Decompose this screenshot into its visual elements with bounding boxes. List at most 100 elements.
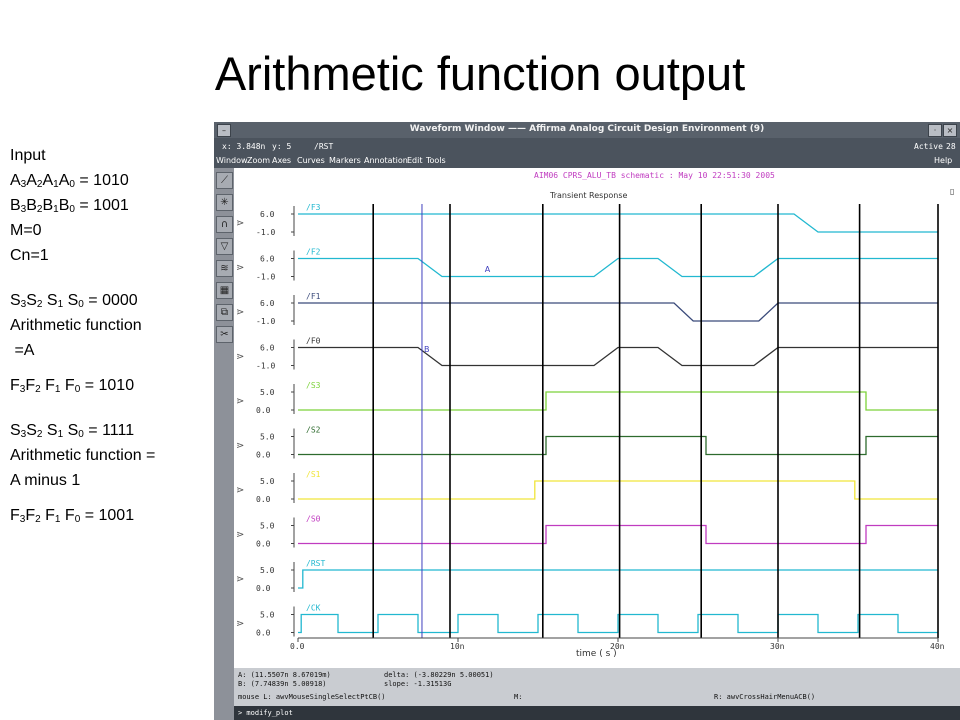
series-label-f1: /F1 <box>306 292 321 301</box>
menu-markers[interactable]: Markers <box>329 156 361 165</box>
plot-subtitle: Transient Response <box>549 191 628 200</box>
mouse-middle-binding: M: <box>514 693 523 701</box>
x-tick-label-0: 0.0 <box>290 642 305 651</box>
copy-icon[interactable]: ⧉ <box>216 304 233 321</box>
waveform-window[interactable]: – Waveform Window —— Affirma Analog Circ… <box>214 122 960 720</box>
marker-b-readout: B: (7.74839n 5.00918) <box>238 680 327 688</box>
series-label-f3: /F3 <box>306 203 321 212</box>
x-tick-label-3: 30n <box>770 642 785 651</box>
row-expand-icon-ck: ⋗ <box>236 619 244 630</box>
ytick-label-lo-f2: -1.0 <box>256 273 275 282</box>
b-input-value: = 1001 <box>79 197 129 214</box>
strip-icon[interactable]: ≋ <box>216 260 233 277</box>
b-input-line: B3B2B1B0 = 1001 <box>10 197 129 215</box>
mode-line: M=0 <box>10 222 42 239</box>
ytick-label-hi-s2: 5.0 <box>260 433 275 442</box>
ytick-label-lo-rst: 0.0 <box>256 584 271 593</box>
selected-signal: /RST <box>314 142 334 151</box>
input-label: Input <box>10 147 46 164</box>
function-label-1: Arithmetic function <box>10 317 142 334</box>
ytick-label-hi-s3: 5.0 <box>260 388 275 397</box>
command-line[interactable]: > modify_plot <box>234 706 960 720</box>
ytick-label-hi-s0: 5.0 <box>260 522 275 531</box>
status-bar: x: 3.848n y: 5 /RST Active 28 <box>214 138 960 154</box>
ytick-label-lo-f1: -1.0 <box>256 317 275 326</box>
series-label-f0: /F0 <box>306 337 321 346</box>
magnet-icon[interactable]: ∩ <box>216 216 233 233</box>
cursor-y-readout: y: 5 <box>272 142 292 151</box>
row-expand-icon-f2: ⋗ <box>236 263 244 274</box>
close-button[interactable]: × <box>943 124 957 137</box>
menu-annotation[interactable]: Annotation <box>364 156 408 165</box>
select-value-2: = 1111 <box>88 422 135 439</box>
row-expand-icon-f0: ⋗ <box>236 352 244 363</box>
x-tick-label-4: 40n <box>930 642 945 651</box>
ytick-label-lo-s2: 0.0 <box>256 451 271 460</box>
ytick-label-hi-ck: 5.0 <box>260 611 275 620</box>
ytick-label-hi-f0: 6.0 <box>260 344 275 353</box>
ytick-label-lo-ck: 0.0 <box>256 629 271 638</box>
cut-icon[interactable]: ✂ <box>216 326 233 343</box>
cursor-a-label: A <box>485 265 491 274</box>
zoom-line-icon[interactable]: ⟋ <box>216 172 233 189</box>
ytick-label-lo-s0: 0.0 <box>256 540 271 549</box>
mouse-right-binding: R: awvCrossHairMenuACB() <box>714 693 816 701</box>
cursor-b-label: B <box>424 345 430 354</box>
command-text: > modify_plot <box>238 709 293 717</box>
grid-icon[interactable]: ▦ <box>216 282 233 299</box>
menu-edit[interactable]: Edit <box>407 156 423 165</box>
ytick-label-hi-f2: 6.0 <box>260 255 275 264</box>
function-label-2: Arithmetic function = <box>10 447 156 464</box>
menu-curves[interactable]: Curves <box>297 156 325 165</box>
row-expand-icon-f3: ⋗ <box>236 218 244 229</box>
row-expand-icon-f1: ⋗ <box>236 307 244 318</box>
plot-edge-marker: ▯ <box>950 187 954 196</box>
series-label-s3: /S3 <box>306 381 321 390</box>
select-line-1: S3S2 S1 S0 = 0000 <box>10 292 138 310</box>
mouse-left-binding: mouse L: awvMouseSingleSelectPtCB() <box>238 693 386 701</box>
window-count: 28 <box>946 142 956 151</box>
crosshair-icon[interactable]: ✳ <box>216 194 233 211</box>
row-expand-icon-rst: ⋗ <box>236 574 244 585</box>
ytick-label-hi-f3: 6.0 <box>260 210 275 219</box>
menu-window[interactable]: Window <box>216 156 248 165</box>
cursor-x-readout: x: 3.848n <box>222 142 266 151</box>
tool-palette: ⟋ ✳ ∩ ▽ ≋ ▦ ⧉ ✂ <box>214 168 234 720</box>
slide-title: Arithmetic function output <box>214 47 746 100</box>
marker-a-readout: A: (11.5507n 8.67019m) <box>238 671 331 679</box>
select-value-1: = 0000 <box>88 292 138 309</box>
delta-icon[interactable]: ▽ <box>216 238 233 255</box>
a-input-line: A3A2A1A0 = 1010 <box>10 172 129 190</box>
ytick-label-lo-s3: 0.0 <box>256 406 271 415</box>
output-line-2: F3F2 F1 F0 = 1001 <box>10 507 135 525</box>
a-input-value: = 1010 <box>79 172 129 189</box>
series-label-ck: /CK <box>306 604 321 613</box>
row-expand-icon-s3: ⋗ <box>236 396 244 407</box>
x-axis-label: time ( s ) <box>576 649 617 659</box>
series-label-f2: /F2 <box>306 248 321 257</box>
ytick-label-hi-s1: 5.0 <box>260 477 275 486</box>
x-tick-label-1: 10n <box>450 642 465 651</box>
menu-axes[interactable]: Axes <box>272 156 291 165</box>
output-value-2: = 1001 <box>84 507 135 524</box>
slope-readout: slope: -1.31513G <box>384 680 452 688</box>
menu-zoom[interactable]: Zoom <box>247 156 270 165</box>
ytick-label-lo-f0: -1.0 <box>256 362 275 371</box>
output-line-1: F3F2 F1 F0 = 1010 <box>10 377 135 395</box>
window-title: Waveform Window —— Affirma Analog Circui… <box>409 124 765 134</box>
function-value-2: A minus 1 <box>10 472 81 489</box>
waveform-plot[interactable]: AIM06 CPRS_ALU_TB schematic : May 10 22:… <box>234 168 960 668</box>
plot-background <box>234 168 960 668</box>
ytick-label-hi-rst: 5.0 <box>260 566 275 575</box>
row-expand-icon-s0: ⋗ <box>236 530 244 541</box>
minimize-button[interactable]: · <box>928 124 942 137</box>
menu-tools[interactable]: Tools <box>426 156 446 165</box>
series-label-rst: /RST <box>306 559 325 568</box>
plot-header: AIM06 CPRS_ALU_TB schematic : May 10 22:… <box>534 171 775 180</box>
ytick-label-lo-s1: 0.0 <box>256 495 271 504</box>
series-label-s0: /S0 <box>306 515 321 524</box>
select-line-2: S3S2 S1 S0 = 1111 <box>10 422 135 440</box>
function-value-1: =A <box>10 342 35 359</box>
window-titlebar[interactable]: – Waveform Window —— Affirma Analog Circ… <box>214 122 960 138</box>
menu-help[interactable]: Help <box>934 156 952 165</box>
